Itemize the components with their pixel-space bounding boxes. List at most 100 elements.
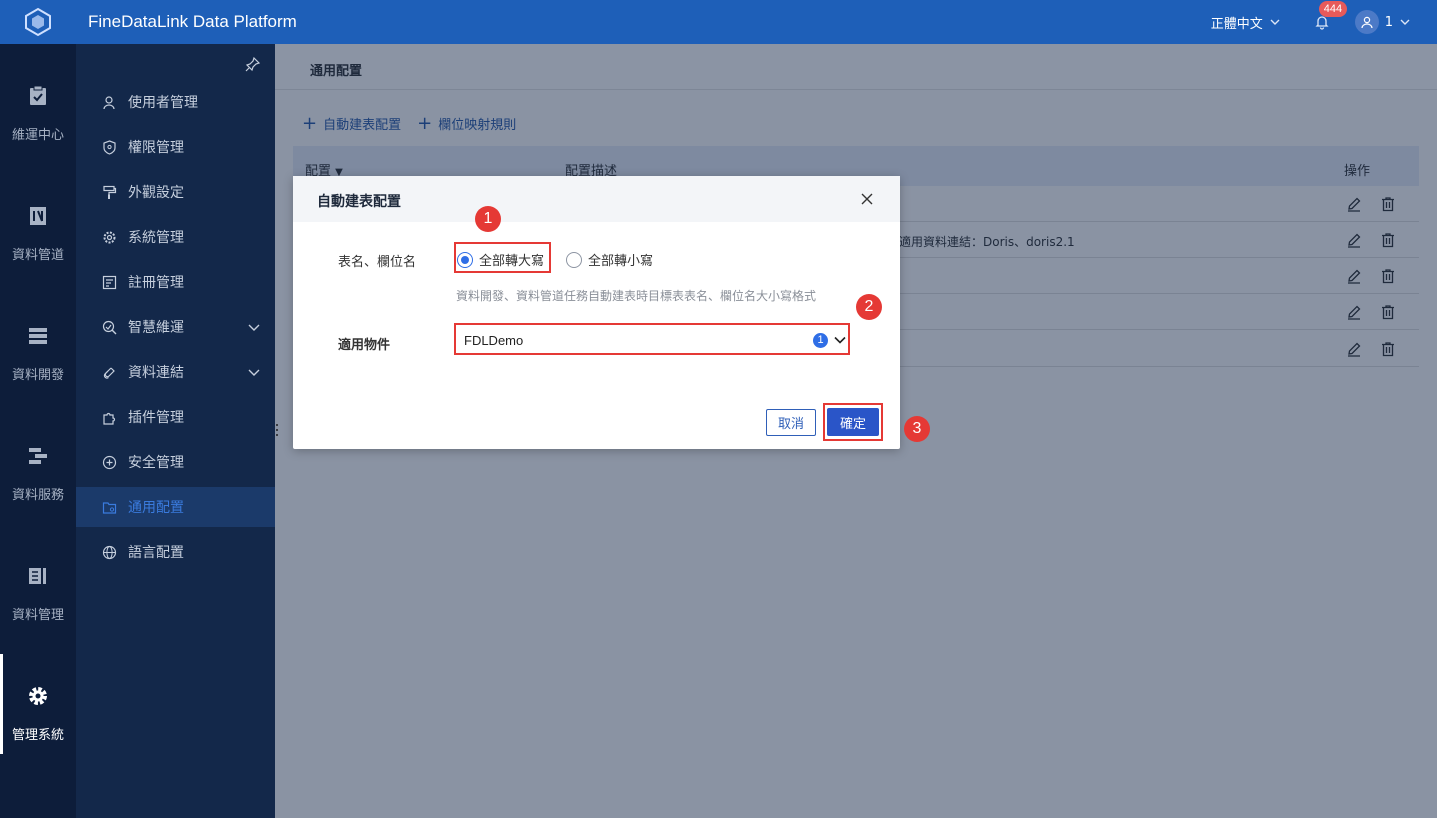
- trash-icon[interactable]: [1379, 340, 1397, 358]
- case-format-hint: 資料開發、資料管道任務自動建表時目標表表名、欄位名大小寫格式: [456, 289, 817, 303]
- folder-settings-icon: [102, 501, 116, 514]
- column-header-ops: 操作: [1344, 164, 1371, 179]
- notification-badge: 444: [1318, 1, 1348, 17]
- applicable-object-select[interactable]: FDLDemo 1: [454, 323, 850, 355]
- module-rail: 維運中心 資料管道 資料開發 資料服務 資料管理 管理系統: [0, 44, 76, 818]
- submenu-item-plugin[interactable]: 插件管理: [76, 397, 275, 437]
- rail-item-admin-system[interactable]: 管理系統: [0, 644, 76, 764]
- submenu-item-label: 權限管理: [128, 140, 184, 156]
- notification-button[interactable]: 444: [1311, 1, 1348, 33]
- register-icon: [102, 275, 116, 289]
- step-marker-2: 2: [856, 294, 882, 320]
- language-selector[interactable]: 正體中文: [1211, 13, 1281, 32]
- rail-item-data-service[interactable]: 資料服務: [0, 404, 76, 524]
- pin-icon[interactable]: [245, 56, 261, 72]
- plus-icon: +: [417, 112, 433, 134]
- globe-icon: [102, 545, 116, 559]
- edit-icon[interactable]: [1345, 267, 1363, 285]
- rail-item-label: 維運中心: [11, 128, 64, 143]
- rail-item-label: 資料開發: [11, 368, 64, 383]
- edit-icon[interactable]: [1345, 231, 1363, 249]
- trash-icon[interactable]: [1379, 267, 1397, 285]
- confirm-button[interactable]: 確定: [827, 408, 879, 436]
- chevron-down-icon: [1270, 19, 1280, 25]
- shield-icon: [102, 139, 116, 155]
- submenu-item-smart-ops[interactable]: 智慧維運: [76, 307, 275, 347]
- auto-table-config-link[interactable]: + 自動建表配置: [302, 114, 401, 133]
- trash-icon[interactable]: [1379, 303, 1397, 321]
- trash-icon[interactable]: [1379, 231, 1397, 249]
- submenu-item-label: 系統管理: [128, 230, 184, 246]
- cancel-button[interactable]: 取消: [766, 409, 816, 436]
- field-mapping-rule-label: 欄位映射規則: [438, 118, 517, 133]
- radio-button-unchecked[interactable]: [566, 251, 582, 268]
- smart-ops-icon: [102, 320, 116, 334]
- service-icon: [29, 448, 47, 464]
- server-stack-icon: [29, 328, 47, 344]
- rail-item-label: 資料管道: [11, 248, 64, 263]
- security-plus-icon: [102, 455, 116, 469]
- submenu-item-label: 外觀設定: [128, 185, 184, 201]
- content-header: 通用配置: [275, 44, 1437, 90]
- gear-icon: [29, 687, 47, 705]
- highlight-box-confirm: 確定: [823, 403, 883, 441]
- submenu-item-security[interactable]: 安全管理: [76, 442, 275, 482]
- dialog-header: 自動建表配置: [293, 176, 900, 222]
- plus-icon: +: [302, 112, 318, 134]
- submenu-item-label: 使用者管理: [128, 95, 198, 111]
- auto-table-config-label: 自動建表配置: [323, 118, 402, 133]
- submenu-item-label: 通用配置: [128, 500, 184, 516]
- app-logo-icon[interactable]: [0, 0, 76, 44]
- close-icon[interactable]: [860, 192, 874, 206]
- radio-button-checked[interactable]: [457, 251, 473, 268]
- submenu-item-system-management[interactable]: 系統管理: [76, 217, 275, 257]
- edit-icon[interactable]: [1345, 303, 1363, 321]
- auto-table-config-dialog: 自動建表配置 表名、欄位名 全部轉大寫 全部轉小寫 資料開發、資料管道任務自動建…: [293, 176, 900, 449]
- chevron-down-icon: [1400, 19, 1410, 25]
- rail-item-data-management[interactable]: 資料管理: [0, 524, 76, 644]
- panel-resize-handle[interactable]: [275, 422, 279, 438]
- submenu-item-general-config[interactable]: 通用配置: [76, 487, 275, 527]
- avatar: [1354, 10, 1379, 34]
- pipeline-icon: [30, 207, 46, 225]
- clipboard-check-icon: [30, 85, 46, 105]
- user-icon: [1361, 16, 1373, 29]
- top-bar: FineDataLink Data Platform 正體中文 444 1: [0, 0, 1437, 44]
- dialog-title: 自動建表配置: [317, 194, 401, 210]
- submenu-item-data-connection[interactable]: 資料連結: [76, 352, 275, 392]
- book-icon: [29, 568, 46, 584]
- submenu-item-registration[interactable]: 註冊管理: [76, 262, 275, 302]
- submenu-item-label: 資料連結: [128, 365, 184, 381]
- radio-lowercase-label: 全部轉小寫: [588, 254, 654, 269]
- chevron-down-icon[interactable]: [833, 333, 847, 347]
- radio-uppercase[interactable]: 全部轉大寫: [457, 250, 544, 269]
- edit-icon[interactable]: [1345, 340, 1363, 358]
- rail-item-data-pipeline[interactable]: 資料管道: [0, 164, 76, 284]
- app-title: FineDataLink Data Platform: [88, 12, 297, 31]
- field-case-label: 表名、欄位名: [338, 255, 417, 270]
- submenu-item-label: 智慧維運: [128, 320, 184, 336]
- user-name: 1: [1384, 14, 1393, 30]
- puzzle-icon: [102, 412, 115, 425]
- submenu-item-label: 插件管理: [128, 410, 184, 426]
- trash-icon[interactable]: [1379, 195, 1397, 213]
- submenu-item-permission[interactable]: 權限管理: [76, 127, 275, 167]
- edit-icon[interactable]: [1345, 195, 1363, 213]
- selected-value: FDLDemo: [464, 333, 524, 348]
- submenu-item-language-config[interactable]: 語言配置: [76, 532, 275, 572]
- gear-icon: [103, 231, 115, 243]
- chevron-down-icon: [248, 324, 260, 331]
- paint-roller-icon: [102, 185, 116, 199]
- radio-lowercase[interactable]: 全部轉小寫: [566, 250, 653, 269]
- submenu-item-user-management[interactable]: 使用者管理: [76, 82, 275, 122]
- step-marker-1: 1: [475, 206, 501, 232]
- rail-item-ops-center[interactable]: 維運中心: [0, 44, 76, 164]
- link-icon: [103, 367, 115, 379]
- user-menu[interactable]: 1: [1354, 10, 1411, 34]
- rail-item-label: 資料服務: [11, 488, 64, 503]
- rail-item-data-dev[interactable]: 資料開發: [0, 284, 76, 404]
- submenu-item-appearance[interactable]: 外觀設定: [76, 172, 275, 212]
- submenu-item-label: 註冊管理: [128, 275, 184, 291]
- config-toolbar: + 自動建表配置 + 欄位映射規則: [302, 114, 516, 133]
- field-mapping-rule-link[interactable]: + 欄位映射規則: [417, 114, 516, 133]
